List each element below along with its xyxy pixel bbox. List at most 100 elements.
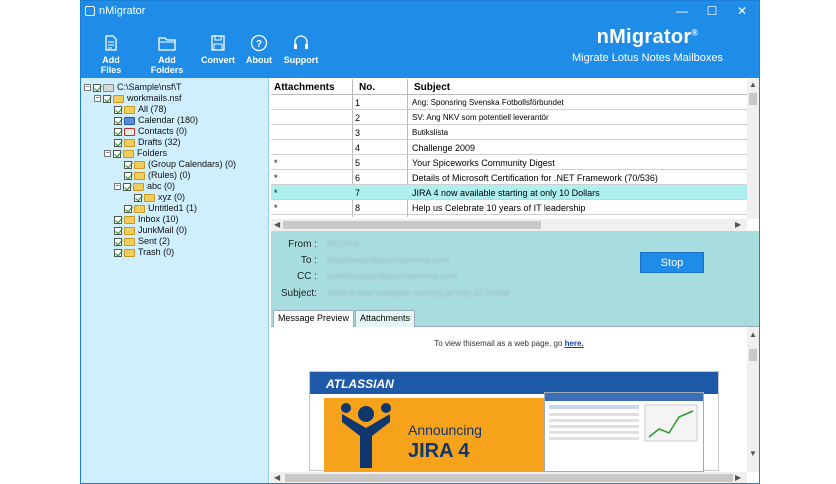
- checkbox-icon[interactable]: [114, 105, 122, 114]
- sent-icon: [124, 237, 135, 246]
- tab-attachments[interactable]: Attachments: [355, 310, 416, 327]
- tree-file[interactable]: − workmails.nsf: [94, 93, 182, 104]
- checkbox-icon[interactable]: [114, 127, 122, 136]
- checkbox-icon[interactable]: [114, 116, 122, 125]
- convert-button[interactable]: Convert: [200, 34, 236, 65]
- folder-icon: [134, 171, 145, 180]
- stop-button[interactable]: Stop: [640, 252, 704, 273]
- column-subject[interactable]: Subject: [414, 82, 450, 93]
- email-banner: Announcing JIRA 4: [324, 392, 704, 472]
- maximize-button[interactable]: ☐: [697, 1, 727, 21]
- folder-icon: [134, 160, 145, 169]
- cc-value: bubkbiuydsa@pcchatemms.com: [327, 271, 458, 281]
- table-row-selected[interactable]: * 7 JIRA 4 now available starting at only …: [271, 185, 747, 200]
- folder-icon: [133, 182, 144, 191]
- svg-text:?: ?: [256, 39, 262, 50]
- scroll-up-icon[interactable]: ▲: [749, 330, 757, 339]
- tree-item[interactable]: − abc (0): [114, 181, 175, 192]
- tree-item[interactable]: Contacts (0): [114, 126, 187, 137]
- tree-item[interactable]: (Rules) (0): [124, 170, 191, 181]
- tree-root[interactable]: − C:\Sample\nsf\T: [84, 82, 182, 93]
- tab-message-preview[interactable]: Message Preview: [273, 310, 355, 327]
- message-list-vertical-scrollbar[interactable]: ▲: [747, 79, 759, 219]
- add-folders-button[interactable]: Add Folders: [141, 34, 193, 75]
- scroll-thumb[interactable]: [749, 93, 757, 105]
- folder-icon: [113, 94, 124, 103]
- to-label: To :: [300, 255, 317, 266]
- tree-item[interactable]: − Folders: [104, 148, 167, 159]
- collapse-toggle-icon[interactable]: −: [114, 183, 121, 191]
- checkbox-icon[interactable]: [114, 215, 122, 224]
- folder-icon: [124, 105, 135, 114]
- scroll-left-icon[interactable]: ◀: [274, 220, 280, 229]
- web-view-link[interactable]: here.: [565, 339, 584, 348]
- tree-item[interactable]: Inbox (10): [114, 214, 179, 225]
- checkbox-icon[interactable]: [114, 237, 122, 246]
- table-row[interactable]: 3 Butikslista: [271, 125, 747, 140]
- checkbox-icon[interactable]: [114, 248, 122, 257]
- checkbox-icon[interactable]: [134, 193, 142, 202]
- app-icon: [85, 6, 95, 16]
- add-files-button[interactable]: Add Files: [93, 34, 129, 75]
- app-window: nMigrator — ☐ ✕ Add Files Add Folders Co…: [80, 0, 760, 484]
- close-button[interactable]: ✕: [727, 1, 757, 21]
- collapse-toggle-icon[interactable]: −: [94, 95, 101, 103]
- checkbox-icon[interactable]: [103, 94, 111, 103]
- from-value: RCUITA: [327, 239, 360, 249]
- tree-item[interactable]: Calendar (180): [114, 115, 198, 126]
- tree-item[interactable]: Drafts (32): [114, 137, 181, 148]
- tree-item[interactable]: (Group Calendars) (0): [124, 159, 236, 170]
- scroll-thumb[interactable]: [749, 349, 757, 361]
- checkbox-icon[interactable]: [113, 149, 121, 158]
- collapse-toggle-icon[interactable]: −: [84, 84, 91, 92]
- folder-icon: [123, 149, 134, 158]
- tree-item[interactable]: Trash (0): [114, 247, 174, 258]
- scroll-right-icon[interactable]: ▶: [735, 473, 741, 482]
- collapse-toggle-icon[interactable]: −: [104, 150, 111, 158]
- about-label: About: [246, 55, 272, 65]
- scroll-thumb[interactable]: [283, 221, 541, 229]
- title-bar: nMigrator — ☐ ✕: [81, 1, 759, 21]
- brand-tagline: Migrate Lotus Notes Mailboxes: [571, 52, 723, 64]
- checkbox-icon[interactable]: [114, 138, 122, 147]
- checkbox-icon[interactable]: [114, 226, 122, 235]
- message-list: Attachments No. Subject 1 Ang: Sponsring …: [271, 79, 759, 231]
- column-attachments[interactable]: Attachments: [274, 82, 335, 93]
- scroll-thumb[interactable]: [285, 474, 733, 482]
- table-row[interactable]: * 6 Details of Microsoft Certification for…: [271, 170, 747, 185]
- support-button[interactable]: Support: [282, 34, 320, 65]
- table-row[interactable]: 2 SV: Ang NKV som potentiell leverantör: [271, 110, 747, 125]
- minimize-button[interactable]: —: [667, 1, 697, 21]
- column-no[interactable]: No.: [359, 82, 375, 93]
- tree-item[interactable]: Untitled1 (1): [124, 203, 197, 214]
- message-details: From : To : CC : Subject: RCUITA bwanbwa…: [271, 231, 759, 309]
- preview-vertical-scrollbar[interactable]: ▲ ▼: [747, 327, 759, 472]
- checkbox-icon[interactable]: [124, 160, 132, 169]
- support-icon: [294, 35, 308, 49]
- folder-icon: [144, 193, 155, 202]
- subject-label: Subject:: [280, 288, 317, 299]
- scroll-left-icon[interactable]: ◀: [274, 473, 280, 482]
- cc-label: CC :: [297, 271, 317, 282]
- scroll-up-icon[interactable]: ▲: [749, 80, 757, 89]
- tree-item[interactable]: xyz (0): [134, 192, 185, 203]
- preview-horizontal-scrollbar[interactable]: ◀ ▶: [271, 472, 747, 483]
- scroll-down-icon[interactable]: ▼: [749, 449, 757, 458]
- tree-item[interactable]: All (78): [114, 104, 167, 115]
- checkbox-icon[interactable]: [124, 171, 132, 180]
- checkbox-icon[interactable]: [123, 182, 131, 191]
- table-row[interactable]: * 8 Help us Celebrate 10 years of IT leade…: [271, 200, 747, 215]
- about-button[interactable]: ? About: [245, 34, 273, 65]
- message-preview: To view thisemail as a web page, go here…: [271, 327, 759, 483]
- message-list-horizontal-scrollbar[interactable]: ◀ ▶: [271, 219, 747, 231]
- table-row[interactable]: 4 Challenge 2009: [271, 140, 747, 155]
- table-row[interactable]: * 5 Your Spiceworks Community Digest: [271, 155, 747, 170]
- tree-item[interactable]: JunkMail (0): [114, 225, 187, 236]
- scroll-right-icon[interactable]: ▶: [735, 220, 741, 229]
- preview-tabs: Message Preview Attachments: [271, 309, 759, 327]
- checkbox-icon[interactable]: [93, 83, 101, 92]
- toolbar: Add Files Add Folders Convert ? About Su…: [81, 21, 759, 78]
- table-row[interactable]: 1 Ang: Sponsring Svenska Fotbollsförbunde…: [271, 95, 747, 110]
- checkbox-icon[interactable]: [124, 204, 132, 213]
- tree-item[interactable]: Sent (2): [114, 236, 170, 247]
